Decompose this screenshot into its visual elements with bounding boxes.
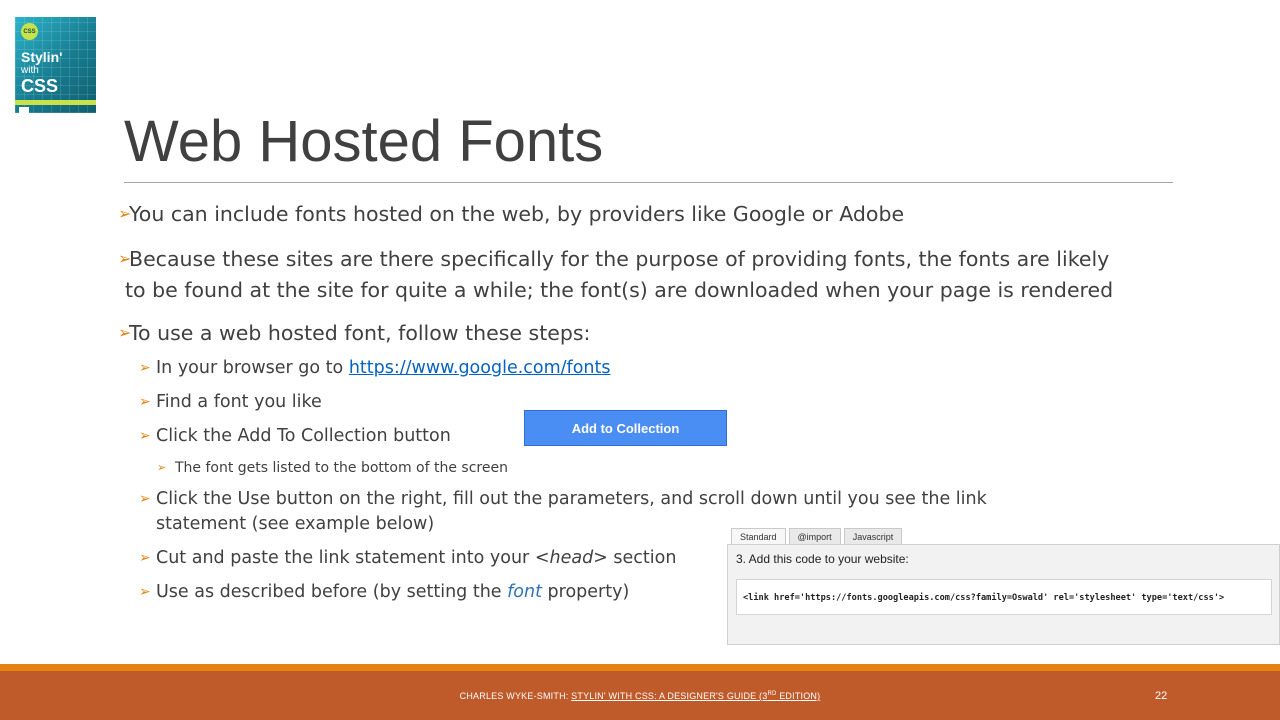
substep-text: The font gets listed to the bottom of th… <box>175 460 508 476</box>
embed-code-panel: Standard @import Javascript 3. Add this … <box>727 525 1280 645</box>
font-property-text: font <box>507 582 542 602</box>
tab-javascript[interactable]: Javascript <box>843 528 903 545</box>
embed-panel-body: 3. Add this code to your website: <link … <box>727 544 1280 645</box>
step-find-font: ➢ Find a font you like <box>139 390 322 415</box>
footer-accent-stripe <box>0 664 1280 671</box>
footer-author: CHARLES WYKE-SMITH: <box>459 691 572 701</box>
substep-listed: ➢ The font gets listed to the bottom of … <box>157 458 508 478</box>
step-text-suffix: section <box>607 548 677 568</box>
footer-edition-sup: RD <box>767 691 777 697</box>
footer-book-title: STYLIN' WITH CSS: A DESIGNER'S GUIDE (3R… <box>571 691 820 701</box>
footer-citation: CHARLES WYKE-SMITH: STYLIN' WITH CSS: A … <box>0 691 1280 701</box>
bullet-text-line2: to be found at the site for quite a whil… <box>125 278 1114 302</box>
bullet-sites-reason: ➢ Because these sites are there specific… <box>118 244 1110 274</box>
step-use-button-continued: statement (see example below) <box>156 512 434 537</box>
page-number: 22 <box>1155 690 1168 702</box>
footer-edition-suffix: EDITION) <box>776 691 821 701</box>
bullet-steps-intro: ➢ To use a web hosted font, follow these… <box>118 318 591 348</box>
head-tag-text: <head> <box>534 548 608 568</box>
arrow-bullet-icon: ➢ <box>139 394 151 410</box>
step-text-line1: Click the Use button on the right, fill … <box>156 489 987 509</box>
arrow-bullet-icon: ➢ <box>118 323 132 342</box>
book-cover-title: Stylin' with CSS <box>21 49 63 96</box>
tab-standard[interactable]: Standard <box>731 528 786 545</box>
add-to-collection-button[interactable]: Add to Collection <box>524 410 727 446</box>
arrow-bullet-icon: ➢ <box>118 204 132 223</box>
step-browser: ➢ In your browser go to https://www.goog… <box>139 356 611 381</box>
step-text: Cut and paste the link statement into yo… <box>156 548 535 568</box>
bullet-text: To use a web hosted font, follow these s… <box>129 321 591 345</box>
book-title-line1: Stylin' <box>21 49 63 65</box>
arrow-bullet-icon: ➢ <box>118 249 132 268</box>
bullet-text-line1: Because these sites are there specifical… <box>129 247 1110 271</box>
book-cover-image: CSS Stylin' with CSS <box>15 17 96 113</box>
step-text: Find a font you like <box>156 392 322 412</box>
arrow-bullet-icon: ➢ <box>139 584 151 600</box>
step-text-suffix: property) <box>541 582 630 602</box>
arrow-bullet-icon: ➢ <box>139 428 151 444</box>
embed-heading: 3. Add this code to your website: <box>736 552 909 566</box>
bullet-sites-reason-continued: to be found at the site for quite a whil… <box>125 275 1113 305</box>
embed-code-field[interactable]: <link href='https://fonts.googleapis.com… <box>736 579 1272 615</box>
step-cut-paste: ➢ Cut and paste the link statement into … <box>139 546 677 571</box>
google-fonts-link[interactable]: https://www.google.com/fonts <box>349 358 611 378</box>
step-use-font: ➢ Use as described before (by setting th… <box>139 580 630 605</box>
publisher-logo <box>19 107 29 113</box>
book-stripe <box>15 100 96 105</box>
step-text-line2: statement (see example below) <box>156 514 435 534</box>
bullet-text: You can include fonts hosted on the web,… <box>129 202 905 226</box>
arrow-bullet-icon: ➢ <box>139 491 151 507</box>
tab-import[interactable]: @import <box>788 528 841 545</box>
book-badge: CSS <box>21 23 38 40</box>
step-use-button: ➢ Click the Use button on the right, fil… <box>139 487 987 512</box>
step-text: Click the Add To Collection button <box>156 426 451 446</box>
step-text: Use as described before (by setting the <box>156 582 508 602</box>
bullet-web-fonts: ➢ You can include fonts hosted on the we… <box>118 199 905 229</box>
step-click-add: ➢ Click the Add To Collection button <box>139 424 451 449</box>
arrow-bullet-icon: ➢ <box>139 550 151 566</box>
arrow-bullet-icon: ➢ <box>139 360 151 376</box>
book-title-line3: CSS <box>21 76 59 96</box>
title-divider <box>124 182 1173 183</box>
footer-book-title-text: STYLIN' WITH CSS: A DESIGNER'S GUIDE (3 <box>571 691 768 701</box>
slide-title: Web Hosted Fonts <box>124 109 604 174</box>
step-text: In your browser go to <box>156 358 349 378</box>
arrow-bullet-icon: ➢ <box>157 461 167 474</box>
footer-band: CHARLES WYKE-SMITH: STYLIN' WITH CSS: A … <box>0 664 1280 720</box>
